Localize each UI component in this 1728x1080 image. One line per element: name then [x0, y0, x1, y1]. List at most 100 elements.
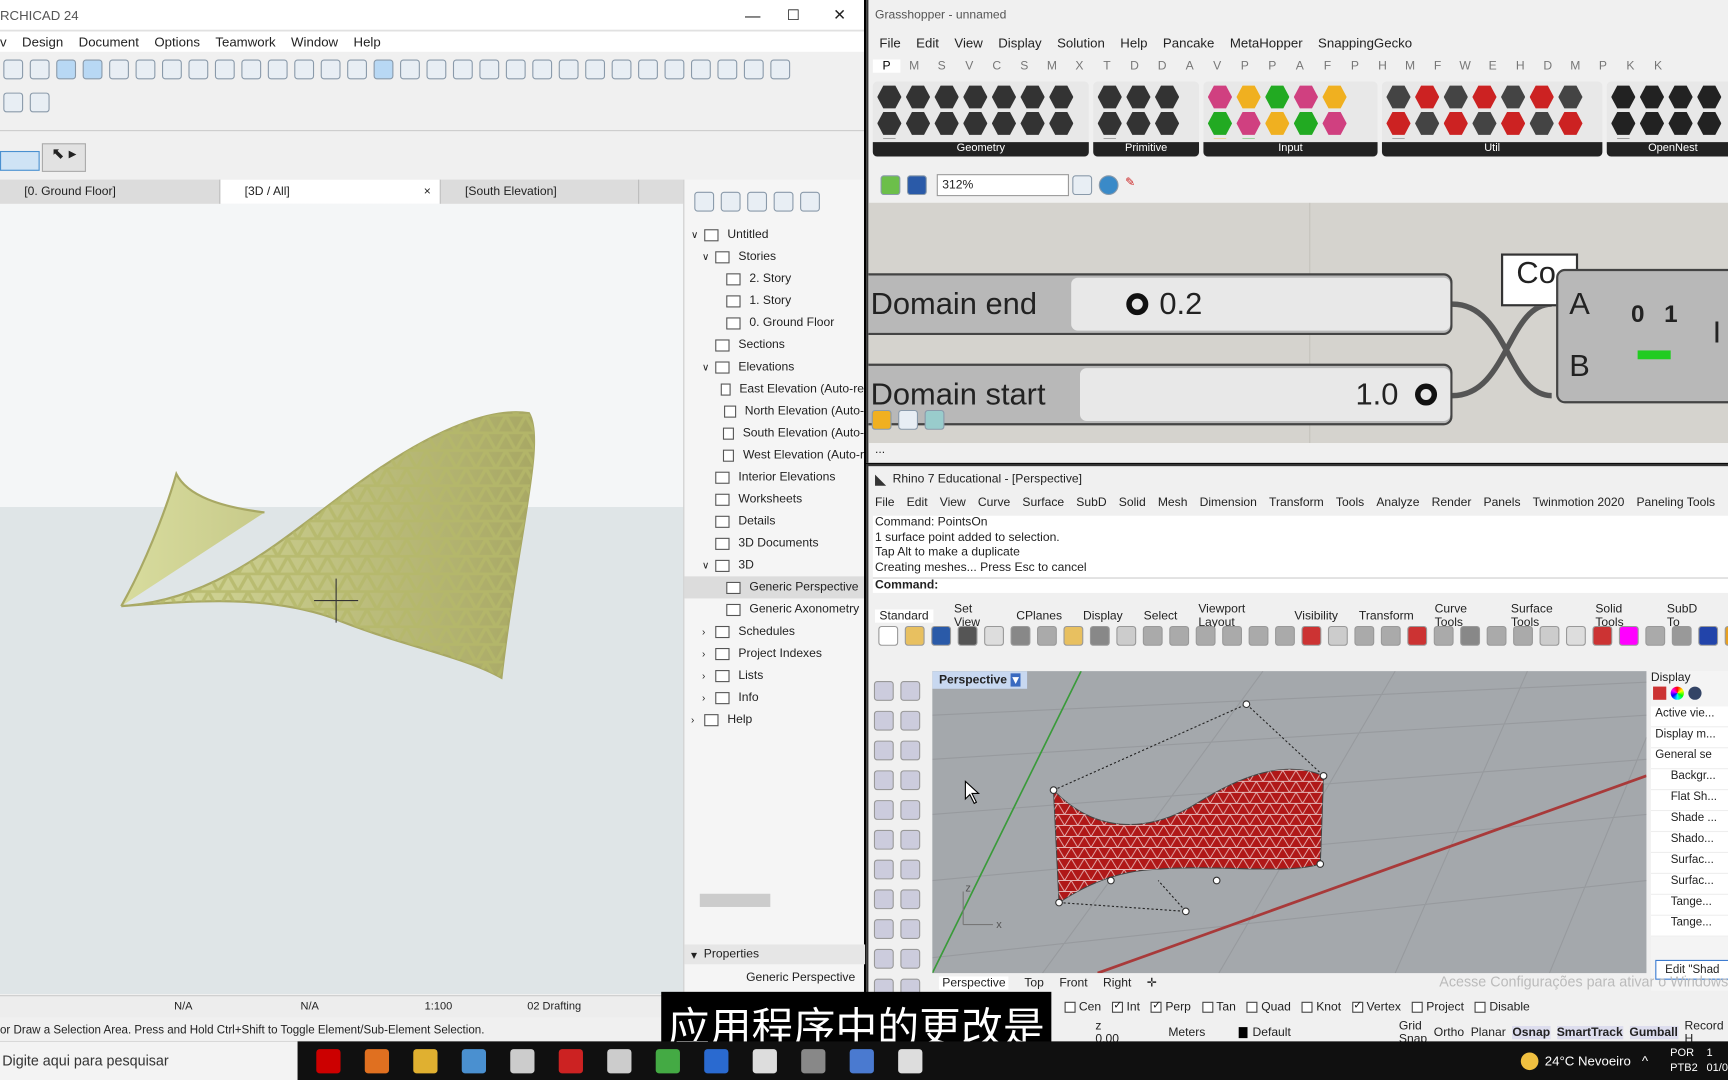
tool-icon[interactable]	[3, 92, 24, 113]
component-icon[interactable]	[1207, 138, 1233, 139]
component-tab[interactable]: M	[900, 60, 928, 73]
component-icon[interactable]	[905, 112, 931, 135]
navigator-item[interactable]: Generic Axonometry	[684, 598, 864, 620]
viewport-tab[interactable]: Front	[1059, 976, 1087, 989]
component-tab[interactable]: H	[1369, 60, 1397, 73]
navigator-item[interactable]: › Info	[684, 687, 864, 709]
display-setting[interactable]: Tange...	[1650, 916, 1728, 937]
component-icon[interactable]	[1293, 85, 1319, 109]
checkbox-icon[interactable]	[1352, 1000, 1364, 1013]
display-setting[interactable]: Flat Sh...	[1650, 790, 1728, 812]
toolbar-command-icon[interactable]	[1116, 625, 1137, 646]
toolbar-tab[interactable]: Select	[1144, 609, 1178, 622]
component-icon[interactable]	[1639, 112, 1665, 135]
component-icon[interactable]	[1386, 85, 1411, 109]
component-icon[interactable]	[1207, 85, 1233, 109]
component-tab[interactable]: D	[1148, 60, 1176, 73]
toolbar-tool-icon[interactable]	[400, 59, 420, 80]
menu-item[interactable]: Analyze	[1376, 496, 1419, 509]
component-tab[interactable]: F	[1314, 60, 1342, 73]
osnap-checkbox[interactable]: Cen	[1064, 1001, 1101, 1014]
checkbox-icon[interactable]	[1150, 1000, 1163, 1013]
component-tab[interactable]: P	[1341, 60, 1369, 73]
perspective-viewport[interactable]: zx Perspective ▾	[932, 671, 1647, 974]
weather-text[interactable]: 24°C Nevoeiro	[1545, 1053, 1631, 1068]
menu-item[interactable]: Help	[1120, 35, 1147, 50]
component-icon[interactable]	[1415, 112, 1440, 135]
checkbox-icon[interactable]	[1246, 1001, 1258, 1013]
grasshopper-canvas[interactable]: Domain end 0.2 Domain start 1.0 Co A B 0…	[868, 202, 1728, 444]
mesh-icon[interactable]	[924, 409, 945, 430]
component-tab[interactable]: K	[1617, 60, 1645, 73]
display-setting[interactable]: Backgr...	[1650, 769, 1728, 791]
navigator-item[interactable]: ∨ Elevations	[684, 356, 864, 378]
toolbar-tool-icon[interactable]	[664, 59, 685, 80]
component-tab[interactable]: M	[1038, 60, 1066, 73]
menu-item[interactable]: Mesh	[1158, 496, 1188, 509]
component-tab[interactable]: A	[1176, 60, 1204, 73]
menu-item[interactable]: Render	[1432, 496, 1472, 509]
toolbar-tool-icon[interactable]	[82, 59, 103, 80]
toolbar-tool-icon[interactable]	[294, 59, 315, 80]
display-setting[interactable]: Display m...	[1650, 727, 1728, 749]
component-tab[interactable]: V	[955, 60, 983, 73]
component-icon[interactable]	[1668, 112, 1693, 135]
menu-item[interactable]: Twinmotion 2020	[1533, 496, 1625, 509]
component-icon[interactable]	[1558, 112, 1583, 135]
toolbar-tool-icon[interactable]	[479, 59, 500, 80]
menu-item[interactable]: Teamwork	[215, 34, 275, 49]
menu-item[interactable]: Paneling Tools	[1636, 496, 1715, 509]
checkbox-icon[interactable]	[1201, 1001, 1213, 1013]
current-layer[interactable]: Default	[1252, 1025, 1290, 1038]
sidebar-command-icon[interactable]	[873, 681, 894, 701]
toolbar-command-icon[interactable]	[1380, 625, 1401, 646]
component-tab[interactable]: T	[1093, 60, 1121, 73]
expand-arrow-icon[interactable]: ∨	[702, 559, 715, 571]
component-tab[interactable]: A	[1286, 60, 1314, 73]
osnap-checkbox[interactable]: Knot	[1301, 1001, 1341, 1014]
sidebar-command-icon[interactable]	[900, 800, 921, 820]
component-icon[interactable]	[1386, 112, 1411, 135]
component-icon[interactable]	[1126, 85, 1151, 109]
expand-arrow-icon[interactable]: ›	[702, 648, 715, 659]
toolbar-command-icon[interactable]	[1037, 625, 1057, 646]
navigator-item[interactable]: ∨ Stories	[684, 246, 864, 268]
menu-item[interactable]: Solution	[1057, 35, 1105, 50]
osnap-checkbox[interactable]: Vertex	[1352, 1000, 1401, 1014]
sidebar-command-icon[interactable]	[873, 800, 894, 820]
sidebar-command-icon[interactable]	[873, 740, 894, 761]
menu-item[interactable]: MetaHopper	[1230, 35, 1303, 50]
osnap-checkbox[interactable]: Quad	[1246, 1001, 1291, 1014]
add-viewport-icon[interactable]: ✛	[1147, 975, 1157, 989]
toolbar-command-icon[interactable]	[1565, 625, 1586, 646]
sidebar-command-icon[interactable]	[873, 948, 894, 969]
toolbar-tool-icon[interactable]	[690, 59, 711, 80]
toolbar-command-icon[interactable]	[1169, 625, 1190, 646]
menu-item[interactable]: Panels	[1483, 496, 1520, 509]
navigator-item[interactable]: North Elevation (Auto-	[684, 400, 864, 422]
component-tab[interactable]: D	[1121, 60, 1149, 73]
close-tab-button[interactable]: ×	[424, 185, 431, 198]
component-icon[interactable]	[905, 85, 931, 109]
layout-book-icon[interactable]	[747, 191, 768, 212]
component-icon[interactable]	[1207, 112, 1233, 135]
component-tab[interactable]: M	[1562, 60, 1590, 73]
toolbar-tool-icon[interactable]	[452, 59, 473, 80]
component-icon[interactable]	[1611, 112, 1636, 135]
navigator-item[interactable]: 1. Story	[684, 290, 864, 312]
toolbar-tab[interactable]: Display	[1083, 609, 1123, 622]
component-icon[interactable]	[1443, 85, 1468, 109]
open-file-icon[interactable]	[880, 175, 901, 196]
navigator-item[interactable]: East Elevation (Auto-re	[684, 378, 864, 400]
component-icon[interactable]	[1020, 85, 1045, 109]
menu-item[interactable]: SubD	[1076, 496, 1106, 509]
view-map-icon[interactable]	[720, 191, 741, 212]
expand-arrow-icon[interactable]: ∨	[702, 361, 715, 373]
component-icon[interactable]	[991, 112, 1017, 135]
toolbar-command-icon[interactable]	[957, 625, 978, 646]
toolbar-tool-icon[interactable]	[109, 59, 129, 80]
menu-item[interactable]: File	[879, 35, 900, 50]
weather-icon[interactable]	[1520, 1051, 1539, 1070]
component-tab[interactable]: P	[1259, 60, 1287, 73]
toolbar-command-icon[interactable]	[1089, 625, 1110, 646]
